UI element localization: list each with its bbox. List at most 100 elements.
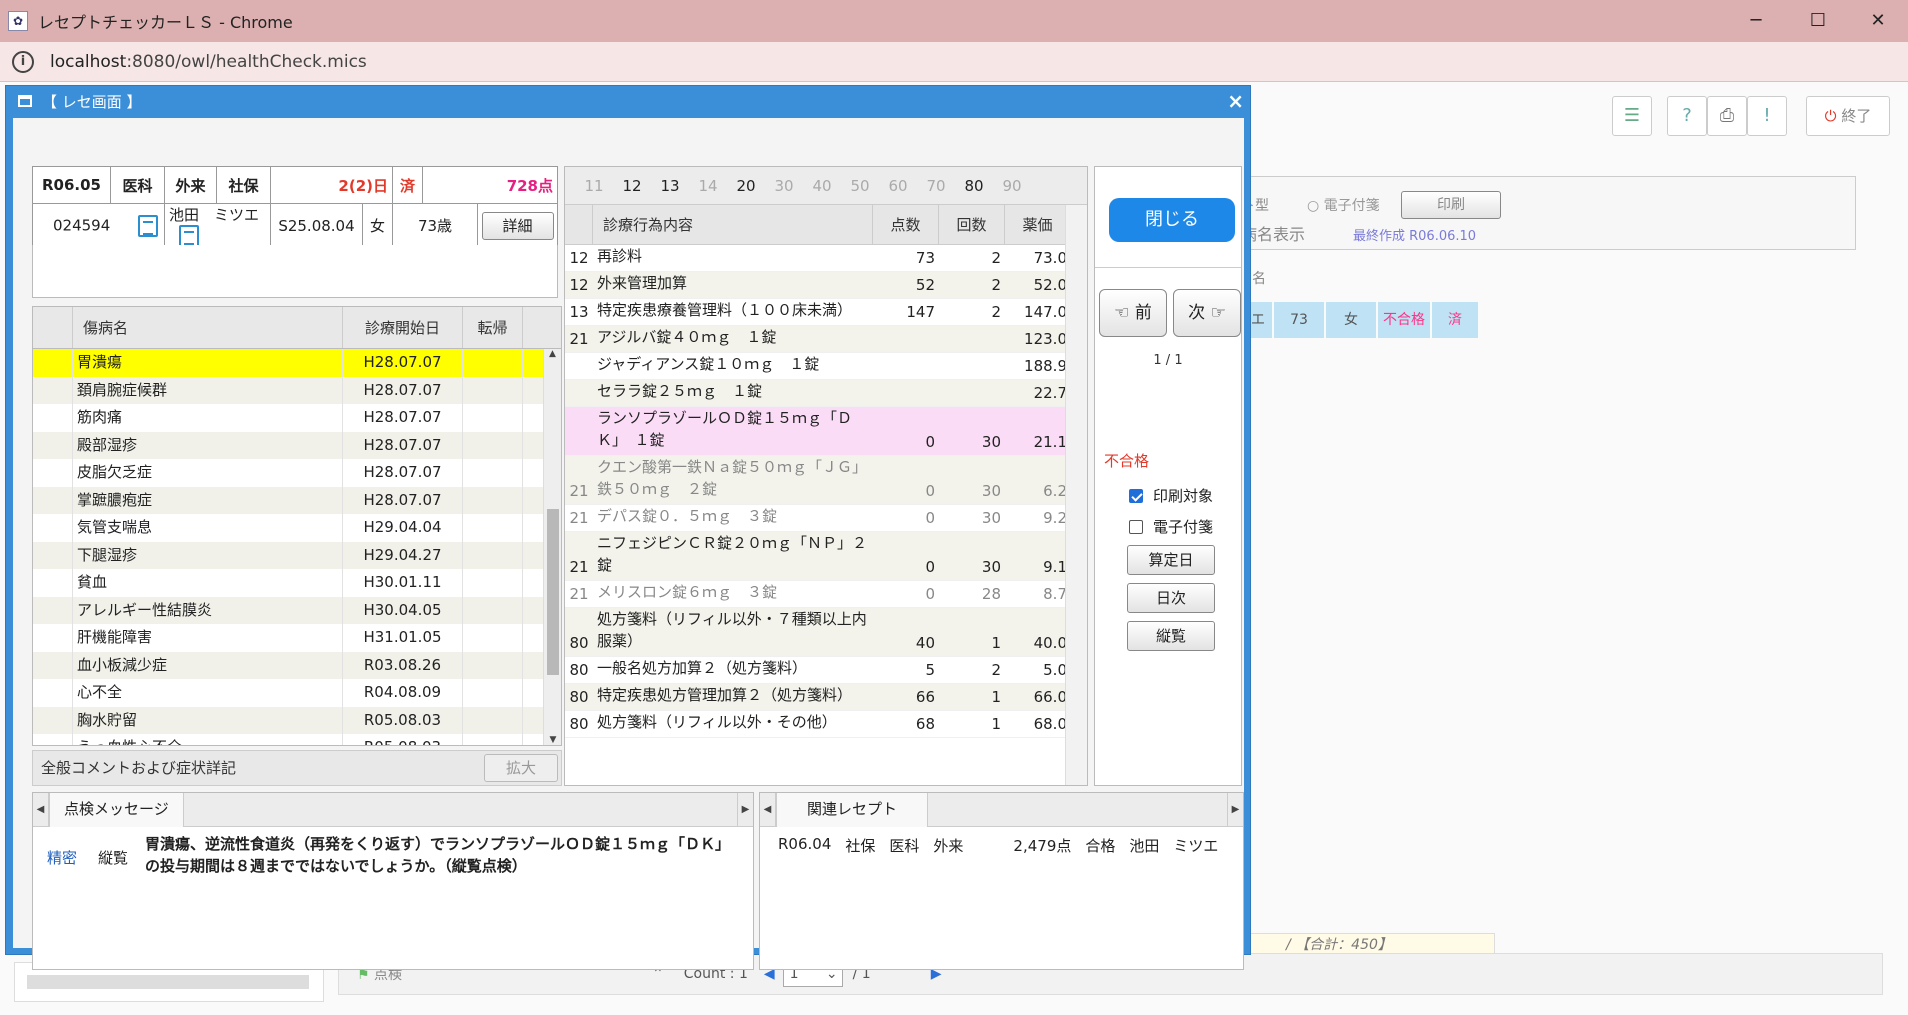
- col-count[interactable]: 回数: [939, 205, 1005, 244]
- tab-left-icon[interactable]: ◀: [760, 793, 776, 827]
- act-tab[interactable]: 50: [841, 177, 879, 195]
- disease-row[interactable]: 血小板減少症 R03.08.26: [33, 651, 561, 679]
- act-tab[interactable]: 14: [689, 177, 727, 195]
- disease-row[interactable]: 筋肉痛 H28.07.07: [33, 404, 561, 432]
- print-button[interactable]: 印刷: [1401, 191, 1501, 219]
- disease-row[interactable]: 頚肩腕症候群 H28.07.07: [33, 376, 561, 404]
- tab-related-receipt[interactable]: 関連レセプト: [776, 793, 929, 827]
- disease-row[interactable]: うっ血性心不全R05.08.03: [33, 734, 561, 745]
- note-icon[interactable]: [179, 225, 199, 247]
- act-row[interactable]: 21 メリスロン錠６ｍｇ ３錠 0 28 8.7: [565, 581, 1087, 608]
- act-row[interactable]: 80 一般名処方加算２（処方箋料） 5 2 5.0: [565, 657, 1087, 684]
- tab-right-icon[interactable]: ▶: [737, 793, 753, 827]
- act-tab[interactable]: 11: [575, 177, 613, 195]
- act-row[interactable]: ランソプラゾールＯＤ錠１５ｍｇ「ＤＫ」 １錠 0 30 21.1: [565, 407, 1087, 456]
- related-row[interactable]: R06.04 社保 医科 外来 2,479点 合格 池田 ミツエ: [760, 827, 1243, 856]
- print-target-checkbox[interactable]: 印刷対象: [1129, 485, 1213, 506]
- disease-row[interactable]: 皮脂欠乏症 H28.07.07: [33, 459, 561, 487]
- act-row[interactable]: 21 クエン酸第一鉄Ｎａ錠５０ｍｇ「ＪＧ」 鉄５０ｍｇ ２錠 0 30 6.2: [565, 456, 1087, 505]
- disease-row[interactable]: 胸水貯留 R05.08.03: [33, 706, 561, 734]
- info-icon[interactable]: i: [12, 50, 34, 73]
- disease-row[interactable]: 下腿湿疹 H29.04.27: [33, 541, 561, 569]
- santei-button[interactable]: 算定日: [1127, 545, 1215, 575]
- disease-list: 傷病名 診療開始日 転帰 胃潰瘍 H28.07.07 頚肩腕症候群 H28.07.07…: [32, 306, 562, 746]
- col-price[interactable]: 薬価: [1005, 205, 1071, 244]
- act-row[interactable]: 80 処方箋料（リフィル以外・その他） 68 1 68.0: [565, 711, 1087, 738]
- col-act-content[interactable]: 診療行為内容: [593, 205, 873, 244]
- seimitsu-link[interactable]: 精密: [33, 833, 91, 877]
- act-row[interactable]: 21 アジルバ錠４０ｍｇ １錠 123.0: [565, 326, 1087, 353]
- act-tab[interactable]: 12: [613, 177, 651, 195]
- act-tab[interactable]: 90: [993, 177, 1031, 195]
- act-row[interactable]: 13 特定疾患療養管理料（１００床未満） 147 2 147.0: [565, 299, 1087, 326]
- dialog-close-icon[interactable]: ×: [1227, 89, 1244, 113]
- act-row[interactable]: 80 特定疾患処方管理加算２（処方箋料） 66 1 66.0: [565, 684, 1087, 711]
- tab-right-icon[interactable]: ▶: [1227, 793, 1243, 827]
- col-outcome[interactable]: 転帰: [463, 307, 523, 348]
- tab-check-message[interactable]: 点検メッセージ: [49, 793, 184, 827]
- alert-icon[interactable]: !: [1747, 96, 1787, 136]
- act-row[interactable]: 80 処方箋料（リフィル以外・７種類以上内服薬） 40 1 40.0: [565, 608, 1087, 657]
- window-close-button[interactable]: ✕: [1850, 0, 1906, 42]
- act-row[interactable]: 12 再診料 73 2 73.0: [565, 245, 1087, 272]
- tab-left-icon[interactable]: ◀: [33, 793, 49, 827]
- dialog-header[interactable]: 【 レセ画面 】: [6, 86, 1250, 116]
- act-tab[interactable]: 30: [765, 177, 803, 195]
- checkbox-checked-icon: [1129, 488, 1143, 503]
- act-tab[interactable]: 13: [651, 177, 689, 195]
- acts-header: 診療行為内容 点数 回数 薬価: [565, 205, 1087, 245]
- message-text: 胃潰瘍、逆流性食道炎（再発をくり返す）でランソプラゾールＯＤ錠１５ｍｇ「ＤＫ」の…: [145, 835, 731, 875]
- address-bar[interactable]: i localhost:8080/owl/healthCheck.mics: [0, 42, 1908, 82]
- jugai-button[interactable]: 縦覧: [1127, 621, 1215, 651]
- disease-row[interactable]: 殿部湿疹 H28.07.07: [33, 431, 561, 459]
- background-result-row[interactable]: エ 73 女 不合格 済: [1244, 302, 1480, 338]
- col-points[interactable]: 点数: [873, 205, 939, 244]
- disease-outcome: [463, 376, 523, 404]
- end-button[interactable]: ⏻ 終了: [1806, 96, 1890, 136]
- act-tab[interactable]: 70: [917, 177, 955, 195]
- next-button[interactable]: 次 ☞: [1173, 289, 1241, 337]
- denshi-radio[interactable]: ○ 電子付箋: [1307, 195, 1380, 215]
- horizontal-scrollbar[interactable]: [27, 975, 309, 989]
- prev-button[interactable]: ☜ 前: [1099, 289, 1167, 337]
- disease-row[interactable]: 気管支喘息 H29.04.04: [33, 514, 561, 542]
- acts-scrollbar[interactable]: [1065, 205, 1087, 785]
- act-row[interactable]: 21 ニフェジピンＣＲ錠２０ｍｇ「ＮＰ」２錠 0 30 9.1: [565, 532, 1087, 581]
- act-row[interactable]: 21 デパス錠０．５ｍｇ ３錠 0 30 9.2: [565, 505, 1087, 532]
- scroll-thumb[interactable]: [547, 509, 559, 675]
- act-row[interactable]: セララ錠２５ｍｇ １錠 22.7: [565, 380, 1087, 407]
- act-tab[interactable]: 40: [803, 177, 841, 195]
- disease-row[interactable]: 心不全 R04.08.09: [33, 679, 561, 707]
- disease-row[interactable]: 貧血 H30.01.11: [33, 569, 561, 597]
- act-tab[interactable]: 80: [955, 177, 993, 195]
- denshi-checkbox[interactable]: 電子付箋: [1129, 516, 1213, 537]
- close-button[interactable]: 閉じる: [1109, 198, 1235, 242]
- disease-name: うっ血性心不全: [73, 734, 343, 745]
- disease-row[interactable]: 掌蹠膿疱症 H28.07.07: [33, 486, 561, 514]
- act-row[interactable]: ジャディアンス錠１０ｍｇ １錠 188.9: [565, 353, 1087, 380]
- expand-button[interactable]: 拡大: [484, 754, 558, 782]
- disease-row[interactable]: アレルギー性結膜炎 H30.04.05: [33, 596, 561, 624]
- col-start-date[interactable]: 診療開始日: [343, 307, 463, 348]
- act-row[interactable]: 12 外来管理加算 52 2 52.0: [565, 272, 1087, 299]
- act-points: 0: [925, 509, 935, 527]
- detail-button[interactable]: 詳細: [481, 211, 554, 240]
- daily-button[interactable]: 日次: [1127, 583, 1215, 613]
- disease-row[interactable]: 胃潰瘍 H28.07.07: [33, 349, 561, 377]
- col-disease-name[interactable]: 傷病名: [73, 307, 343, 348]
- disease-row[interactable]: 肝機能障害 H31.01.05: [33, 624, 561, 652]
- maximize-button[interactable]: ☐: [1790, 0, 1846, 42]
- act-price: 147.0: [1024, 303, 1067, 321]
- help-icon[interactable]: ?: [1667, 96, 1707, 136]
- act-tab[interactable]: 60: [879, 177, 917, 195]
- note-icon[interactable]: [138, 214, 159, 237]
- disease-outcome: [463, 431, 523, 459]
- minimize-button[interactable]: ─: [1728, 0, 1784, 42]
- act-tab[interactable]: 20: [727, 177, 765, 195]
- disease-scrollbar[interactable]: ▲ ▼: [543, 349, 561, 745]
- url-text[interactable]: localhost:8080/owl/healthCheck.mics: [50, 52, 367, 72]
- surname: 池田: [169, 206, 200, 224]
- printer-icon[interactable]: ⎙: [1707, 96, 1747, 136]
- list-icon[interactable]: ☰: [1612, 96, 1652, 136]
- patient-name-cell: 池田 ミツエ: [164, 203, 271, 248]
